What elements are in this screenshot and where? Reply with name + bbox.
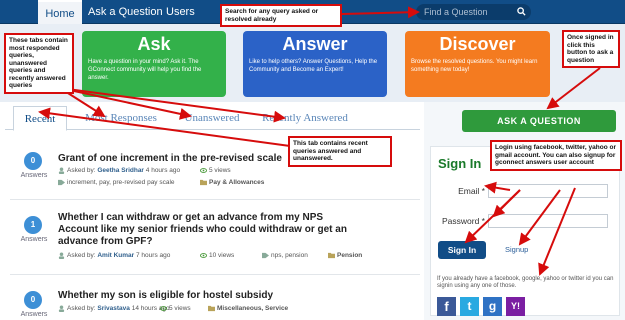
annotation-ask-button: Once signed in click this button to ask … xyxy=(562,30,620,68)
annotation-login: Login using facebook, twitter, yahoo or … xyxy=(490,140,622,171)
annotation-search: Search for any query asked or resolved a… xyxy=(220,4,342,27)
annotation-recent-tab: This tab contains recent queries answere… xyxy=(288,136,392,167)
annotation-tabs: These tabs contain most responded querie… xyxy=(4,33,74,94)
